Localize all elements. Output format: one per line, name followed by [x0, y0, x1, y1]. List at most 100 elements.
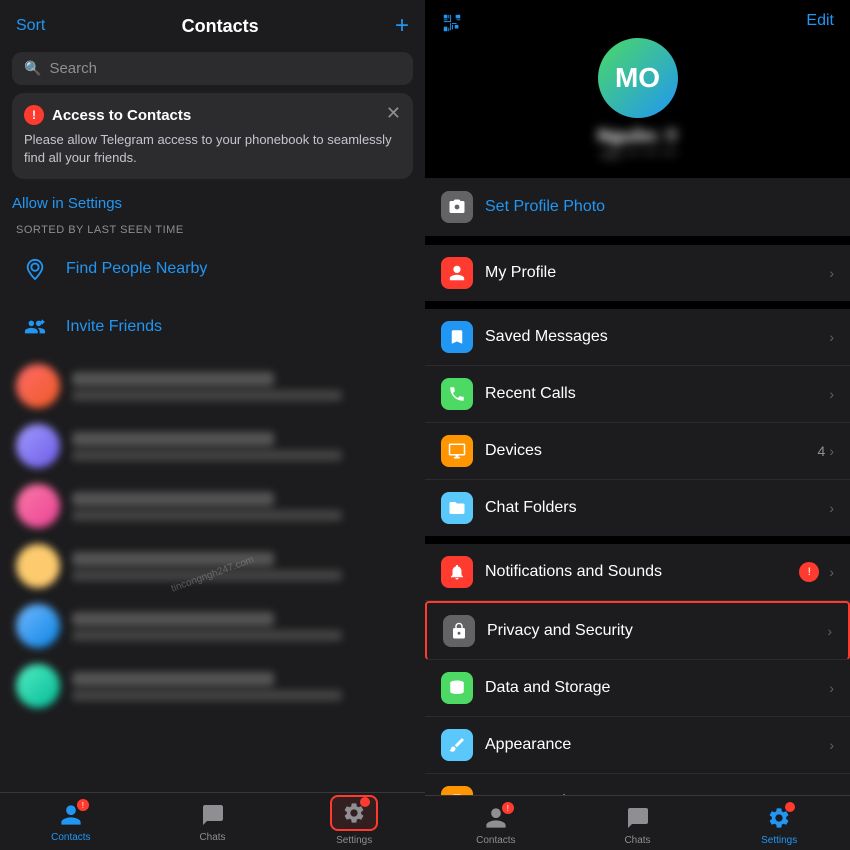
power-chevron: › — [829, 794, 834, 795]
set-photo-label: Set Profile Photo — [485, 198, 834, 216]
recent-calls-label: Recent Calls — [485, 385, 825, 403]
warning-icon: ! — [24, 105, 44, 125]
bolt-icon — [441, 786, 473, 795]
my-profile-item[interactable]: My Profile › — [425, 245, 850, 301]
data-storage-item[interactable]: Data and Storage › — [425, 660, 850, 717]
profile-avatar: MO — [598, 38, 678, 118]
contacts-tab-label: Contacts — [51, 832, 90, 843]
contact-item-5 — [0, 596, 425, 656]
data-chevron: › — [829, 680, 834, 696]
left-panel: Sort Contacts + 🔍 Search ! Access to Con… — [0, 0, 425, 850]
notif-chevron: › — [829, 564, 834, 580]
settings-right-icon-wrap — [765, 804, 793, 832]
contacts-header: Sort Contacts + — [0, 0, 425, 48]
tab-contacts-left[interactable]: ! Contacts — [0, 801, 142, 846]
set-profile-photo-item[interactable]: Set Profile Photo — [425, 178, 850, 236]
saved-chevron: › — [829, 329, 834, 345]
devices-item[interactable]: Devices 4 › — [425, 423, 850, 480]
settings-tab-right-label: Settings — [761, 835, 797, 846]
appearance-label: Appearance — [485, 736, 825, 754]
devices-label: Devices — [485, 442, 818, 460]
lock-icon — [443, 615, 475, 647]
tab-chats-left[interactable]: Chats — [142, 801, 284, 846]
tab-chats-right[interactable]: Chats — [567, 804, 709, 846]
contact-item-1 — [0, 356, 425, 416]
chats-tab-right-label: Chats — [624, 835, 650, 846]
sorted-by-label: SORTED BY LAST SEEN TIME — [0, 216, 425, 240]
bookmark-icon — [441, 321, 473, 353]
camera-icon — [441, 191, 473, 223]
power-saving-label: Power Saving — [485, 793, 807, 795]
devices-icon — [441, 435, 473, 467]
folder-icon — [441, 492, 473, 524]
notifications-label: Notifications and Sounds — [485, 563, 799, 581]
person-add-icon — [16, 308, 54, 346]
gap-3 — [425, 536, 850, 544]
appearance-item[interactable]: Appearance › — [425, 717, 850, 774]
bell-icon — [441, 556, 473, 588]
invite-friends-label: Invite Friends — [66, 318, 162, 336]
right-tab-bar: ! Contacts Chats Settings — [425, 795, 850, 850]
chat-folders-item[interactable]: Chat Folders › — [425, 480, 850, 536]
settings-highlight-box — [330, 795, 378, 831]
paintbrush-icon — [441, 729, 473, 761]
settings-tab-icon-wrap-left — [340, 799, 368, 827]
privacy-security-item[interactable]: Privacy and Security › — [425, 601, 850, 660]
saved-messages-item[interactable]: Saved Messages › — [425, 309, 850, 366]
chats-tab-icon-wrap — [199, 801, 227, 829]
notifications-item[interactable]: Notifications and Sounds ! › — [425, 544, 850, 601]
chat-folders-label: Chat Folders — [485, 499, 825, 517]
settings-scroll: Set Profile Photo My Profile › — [425, 178, 850, 795]
settings-tab-label-left: Settings — [336, 835, 372, 846]
contacts-list: tincongngh247.com — [0, 356, 425, 792]
access-banner: ! Access to Contacts ✕ Please allow Tele… — [12, 93, 413, 179]
tab-settings-right[interactable]: Settings — [708, 804, 850, 846]
power-saving-value: Off — [807, 794, 825, 795]
contacts-tab-right-label: Contacts — [476, 835, 515, 846]
profile-name: Nguồn: !! — [598, 126, 678, 147]
recent-calls-item[interactable]: Recent Calls › — [425, 366, 850, 423]
contacts-tab-icon-wrap: ! — [57, 801, 85, 829]
sort-button[interactable]: Sort — [16, 17, 45, 35]
power-saving-item[interactable]: Power Saving Off › — [425, 774, 850, 795]
allow-settings-button[interactable]: Allow in Settings — [0, 187, 425, 216]
close-banner-button[interactable]: ✕ — [386, 103, 401, 124]
my-profile-label: My Profile — [485, 264, 825, 282]
left-tab-bar: ! Contacts Chats Setting — [0, 792, 425, 850]
tab-settings-left[interactable]: Settings — [283, 801, 425, 846]
access-title: Access to Contacts — [52, 107, 191, 124]
right-panel: Edit MO Nguồn: !! +84 *** *** *** Set Pr… — [425, 0, 850, 850]
access-description: Please allow Telegram access to your pho… — [24, 131, 401, 167]
gap-2 — [425, 301, 850, 309]
contacts-title: Contacts — [182, 16, 259, 37]
contact-item-4 — [0, 536, 425, 596]
find-nearby-item[interactable]: Find People Nearby — [0, 240, 425, 298]
profile-phone: +84 *** *** *** — [598, 147, 676, 162]
set-photo-group: Set Profile Photo — [425, 178, 850, 236]
search-icon: 🔍 — [24, 60, 41, 77]
notifications-alert: ! — [799, 562, 819, 582]
calls-chevron: › — [829, 386, 834, 402]
chats-right-icon-wrap — [624, 804, 652, 832]
edit-button[interactable]: Edit — [806, 12, 834, 30]
my-profile-group: My Profile › — [425, 245, 850, 301]
privacy-label: Privacy and Security — [487, 622, 823, 640]
devices-chevron: › — [829, 443, 834, 459]
invite-friends-item[interactable]: Invite Friends — [0, 298, 425, 356]
contacts-right-icon-wrap: ! — [482, 804, 510, 832]
search-placeholder: Search — [49, 60, 97, 77]
qr-icon[interactable] — [441, 12, 463, 34]
settings-header: Edit — [425, 0, 850, 38]
tab-contacts-right[interactable]: ! Contacts — [425, 804, 567, 846]
contact-item-3 — [0, 476, 425, 536]
add-contact-button[interactable]: + — [395, 12, 409, 40]
find-nearby-label: Find People Nearby — [66, 260, 207, 278]
folders-chevron: › — [829, 500, 834, 516]
settings-menu-group: Notifications and Sounds ! › Privacy and… — [425, 544, 850, 795]
gap-1 — [425, 237, 850, 245]
cylinder-icon — [441, 672, 473, 704]
contacts-badge: ! — [77, 799, 89, 811]
location-icon — [16, 250, 54, 288]
saved-messages-label: Saved Messages — [485, 328, 825, 346]
search-bar[interactable]: 🔍 Search — [12, 52, 413, 85]
